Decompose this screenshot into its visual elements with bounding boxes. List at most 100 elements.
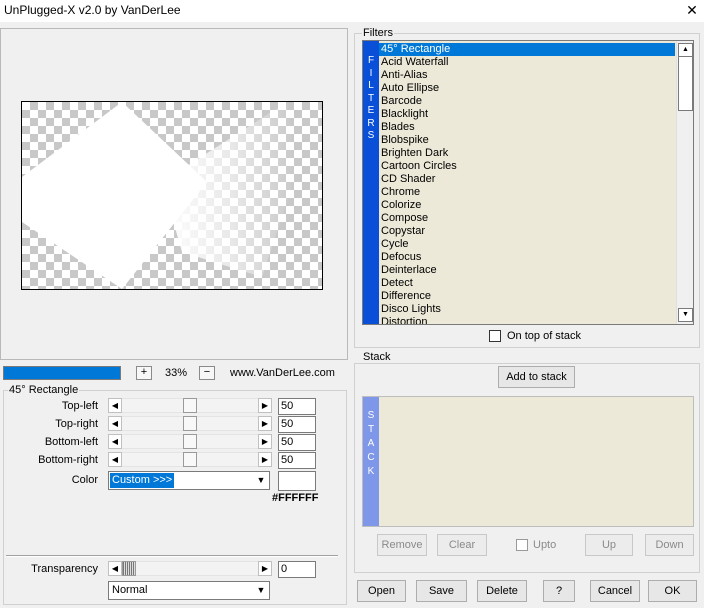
ok-button[interactable]: OK [648,580,697,602]
open-button[interactable]: Open [357,580,406,602]
delete-button[interactable]: Delete [477,580,527,602]
transparency-label: Transparency [31,563,98,575]
progress-fill [4,367,120,379]
scroll-down-icon[interactable]: ▼ [678,308,693,322]
filter-list-item[interactable]: Colorize [379,199,675,212]
filter-list-item[interactable]: Cycle [379,238,675,251]
slider-thumb[interactable] [183,398,197,413]
on-top-checkbox[interactable] [489,330,501,342]
filter-list-item[interactable]: Blobspike [379,134,675,147]
filter-list-item[interactable]: Deinterlace [379,264,675,277]
chevron-down-icon[interactable]: ▼ [253,582,269,599]
filter-list-item[interactable]: Barcode [379,95,675,108]
slider-value-input[interactable]: 50 [278,434,316,451]
filter-list-item[interactable]: Distortion [379,316,675,324]
slider-thumb[interactable] [122,561,136,576]
down-button[interactable]: Down [645,534,694,556]
filter-list-item[interactable]: Defocus [379,251,675,264]
strip-letter: F [367,55,375,66]
filters-group-title: Filters [362,27,394,39]
stack-list[interactable]: STACK [362,396,694,527]
slider-thumb[interactable] [183,434,197,449]
transparency-value-input[interactable]: 0 [278,561,316,578]
save-button[interactable]: Save [416,580,467,602]
scrollbar[interactable]: ▲ ▼ [676,41,693,324]
clear-button[interactable]: Clear [437,534,487,556]
filter-list-item[interactable]: Anti-Alias [379,69,675,82]
strip-letter: I [369,67,373,79]
color-dropdown-value: Custom >>> [110,473,175,488]
slider-thumb[interactable] [183,452,197,467]
arrow-right-icon[interactable]: ▶ [258,452,272,467]
slider-value-input[interactable]: 50 [278,416,316,433]
strip-letter: R [367,117,375,129]
filter-list-item[interactable]: Difference [379,290,675,303]
zoom-in-button[interactable]: + [136,366,152,380]
slider-track[interactable]: ◀ ▶ [108,452,272,467]
help-button[interactable]: ? [543,580,575,602]
parameters-group-title: 45° Rectangle [8,384,80,396]
filter-list-item[interactable]: Disco Lights [379,303,675,316]
separator [6,555,338,557]
arrow-left-icon[interactable]: ◀ [108,398,122,413]
chevron-down-icon[interactable]: ▼ [253,472,269,489]
filter-list-item[interactable]: Copystar [379,225,675,238]
preview-canvas[interactable] [21,101,323,290]
arrow-left-icon[interactable]: ◀ [108,452,122,467]
strip-letter: T [367,424,375,435]
arrow-left-icon[interactable]: ◀ [108,416,122,431]
slider-track[interactable]: ◀ ▶ [108,416,272,431]
up-button[interactable]: Up [585,534,633,556]
progress-bar [3,366,121,380]
window-title: UnPlugged-X v2.0 by VanDerLee [4,3,181,17]
slider-label: Top-right [55,418,98,430]
strip-letter: S [367,130,375,141]
remove-button[interactable]: Remove [377,534,427,556]
filter-list-item[interactable]: Acid Waterfall [379,56,675,69]
arrow-left-icon[interactable]: ◀ [108,434,122,449]
add-to-stack-button[interactable]: Add to stack [498,366,575,388]
strip-letter: S [367,410,375,421]
slider-track[interactable]: ◀ ▶ [108,434,272,449]
color-label: Color [71,474,98,486]
arrow-right-icon[interactable]: ▶ [258,434,272,449]
filter-list-item[interactable]: Cartoon Circles [379,160,675,173]
zoom-level: 33% [164,367,188,379]
slider-value-input[interactable]: 50 [278,452,316,469]
arrow-right-icon[interactable]: ▶ [258,561,272,576]
arrow-left-icon[interactable]: ◀ [108,561,122,576]
arrow-right-icon[interactable]: ▶ [258,398,272,413]
blend-mode-dropdown[interactable]: Normal ▼ [108,581,270,600]
arrow-right-icon[interactable]: ▶ [258,416,272,431]
filter-list-item[interactable]: Blades [379,121,675,134]
color-swatch[interactable] [278,471,316,491]
filter-list-item[interactable]: Chrome [379,186,675,199]
filter-list-item[interactable]: 45° Rectangle [379,43,675,56]
slider-label: Bottom-left [44,436,98,448]
cancel-button[interactable]: Cancel [590,580,640,602]
filter-list-item[interactable]: Detect [379,277,675,290]
strip-letter: T [367,92,375,104]
upto-checkbox[interactable] [516,539,528,551]
filter-list[interactable]: FILTERS 45° Rectangle Acid Waterfall Anti-… [362,40,694,325]
filter-list-item[interactable]: Auto Ellipse [379,82,675,95]
filter-list-item[interactable]: Brighten Dark [379,147,675,160]
stack-group-title: Stack [362,351,392,363]
filter-list-item[interactable]: Blacklight [379,108,675,121]
website-link[interactable]: www.VanDerLee.com [230,367,335,379]
color-hex-value: #FFFFFF [272,492,319,504]
strip-letter: A [367,438,375,449]
scroll-up-icon[interactable]: ▲ [678,43,693,57]
slider-track[interactable]: ◀ ▶ [108,398,272,413]
close-button[interactable]: ✕ [680,0,704,22]
slider-thumb[interactable] [183,416,197,431]
color-dropdown[interactable]: Custom >>> ▼ [108,471,270,490]
transparency-slider[interactable]: ◀ ▶ [108,561,272,576]
slider-value-input[interactable]: 50 [278,398,316,415]
upto-label: Upto [533,539,557,551]
zoom-out-button[interactable]: − [199,366,215,380]
filter-list-item[interactable]: CD Shader [379,173,675,186]
scroll-thumb[interactable] [678,56,693,111]
title-bar: UnPlugged-X v2.0 by VanDerLee ✕ [0,0,704,22]
filter-list-item[interactable]: Compose [379,212,675,225]
